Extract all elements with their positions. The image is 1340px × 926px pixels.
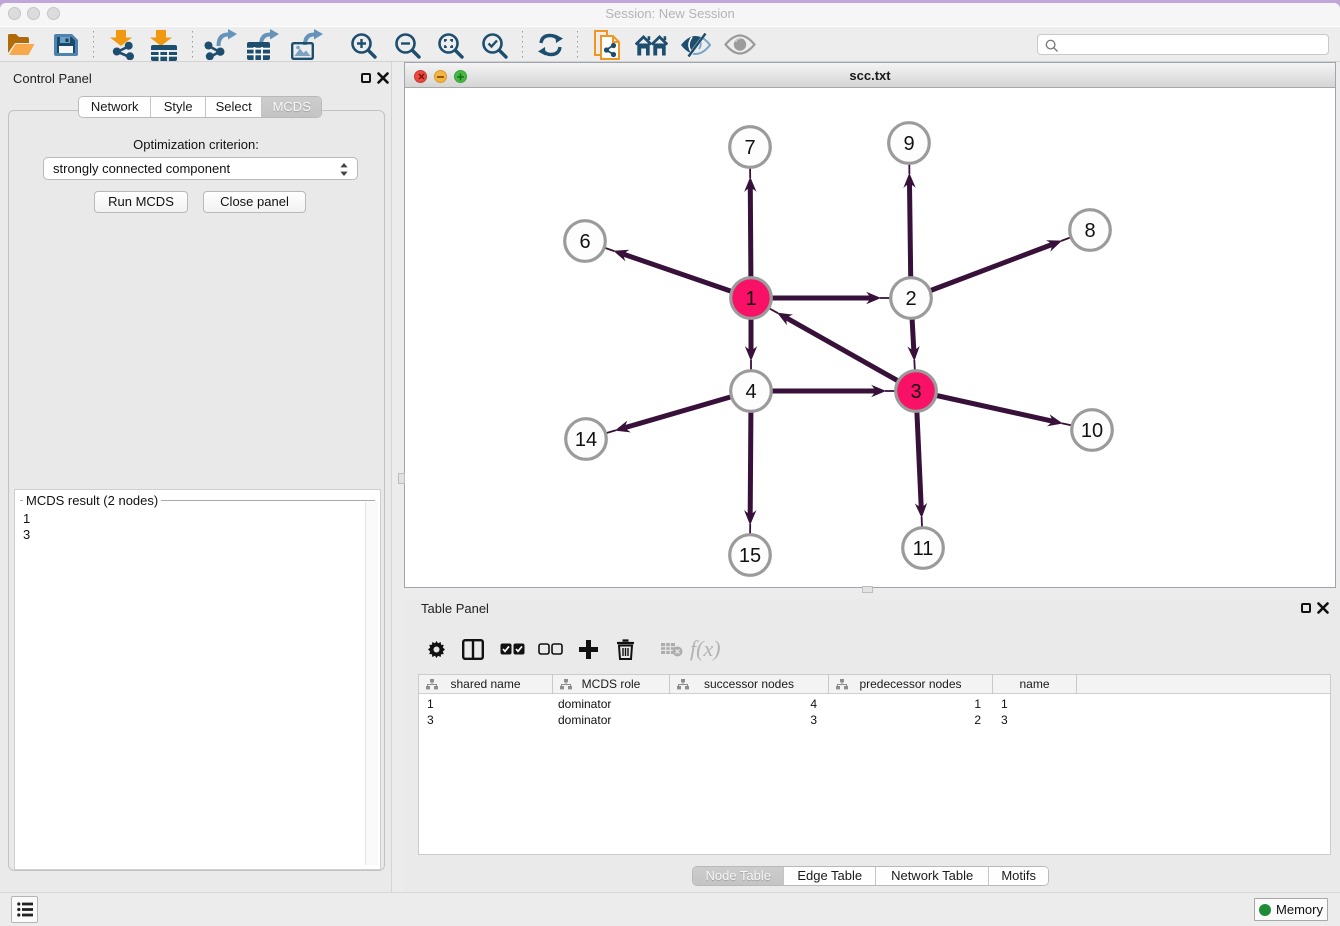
svg-text:2: 2 bbox=[905, 288, 916, 310]
svg-text:7: 7 bbox=[744, 137, 755, 159]
svg-text:6: 6 bbox=[579, 231, 590, 253]
svg-text:11: 11 bbox=[913, 538, 934, 560]
svg-text:4: 4 bbox=[745, 381, 756, 403]
svg-text:10: 10 bbox=[1081, 420, 1103, 442]
svg-text:15: 15 bbox=[739, 545, 761, 567]
svg-text:14: 14 bbox=[575, 429, 597, 451]
svg-text:1: 1 bbox=[745, 288, 756, 310]
svg-text:9: 9 bbox=[903, 133, 914, 155]
svg-text:8: 8 bbox=[1084, 220, 1095, 242]
svg-text:3: 3 bbox=[910, 381, 921, 403]
